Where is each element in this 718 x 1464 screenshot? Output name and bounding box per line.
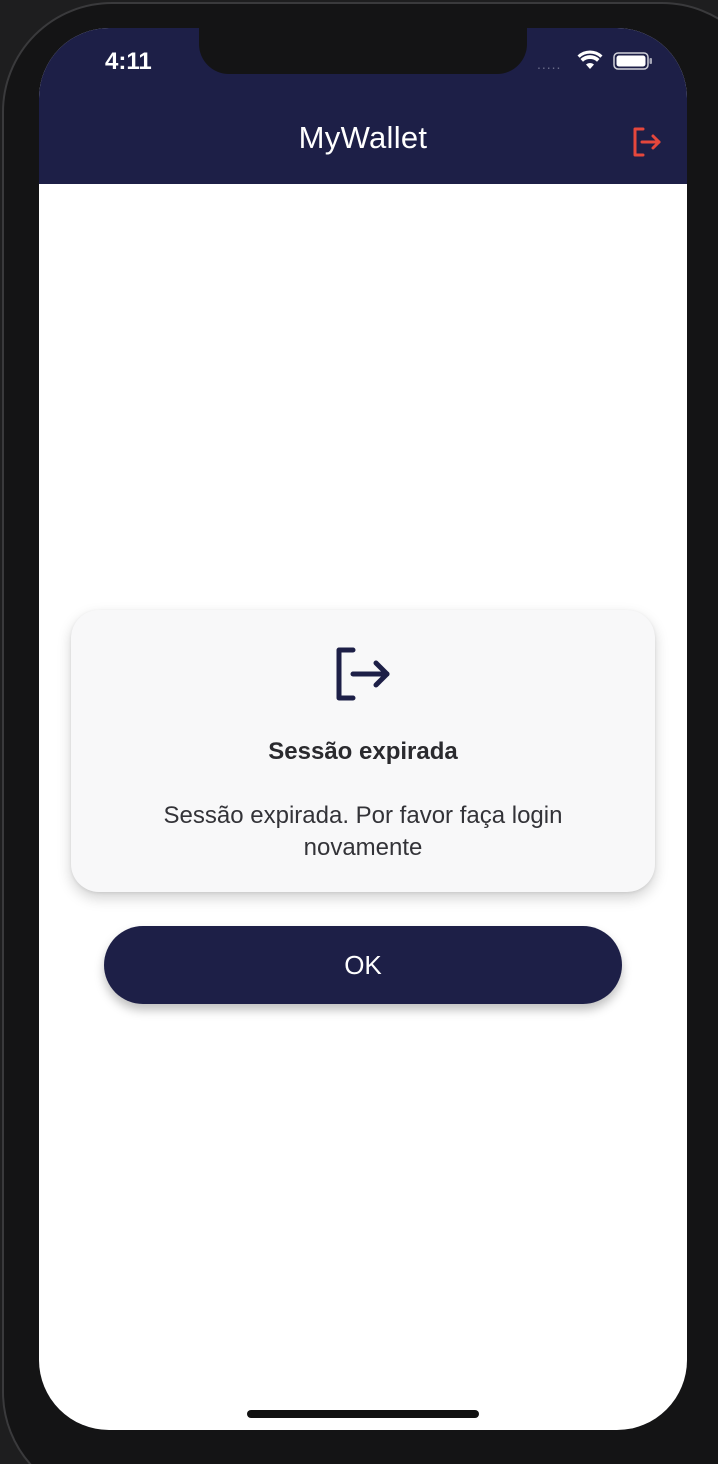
app-header: 4:11 ..... MyWallet: [39, 28, 687, 184]
cellular-signal-icon: .....: [537, 56, 562, 72]
logout-icon: [336, 647, 390, 701]
dialog-message: Sessão expirada. Por favor faça login no…: [163, 802, 563, 861]
app-title: MyWallet: [298, 120, 428, 155]
ok-button[interactable]: OK: [104, 926, 622, 1004]
home-indicator[interactable]: [247, 1410, 479, 1418]
status-time: 4:11: [105, 48, 152, 75]
device-notch: [199, 28, 527, 74]
device-frame: 4:11 ..... MyWallet Sessão expirada Sess…: [0, 0, 718, 1464]
session-expired-dialog: Sessão expirada Sessão expirada. Por fav…: [71, 610, 655, 892]
battery-icon: [613, 52, 652, 70]
dialog-title: Sessão expirada: [268, 738, 458, 765]
logout-icon[interactable]: [629, 124, 665, 160]
wifi-icon: [577, 50, 603, 69]
app-screen: 4:11 ..... MyWallet Sessão expirada Sess…: [39, 28, 687, 1430]
